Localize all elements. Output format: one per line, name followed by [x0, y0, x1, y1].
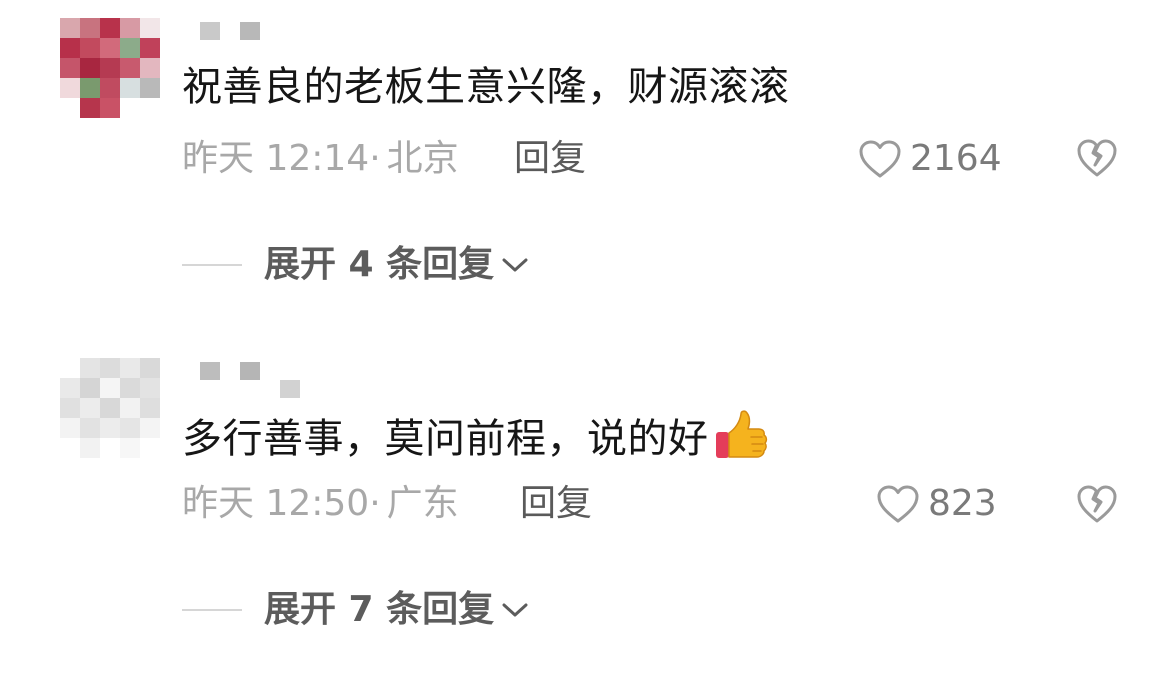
- comment-text: 多行善事，莫问前程，说的好: [182, 408, 771, 474]
- avatar[interactable]: [60, 18, 160, 118]
- expand-replies-button[interactable]: 展开 7 条回复: [182, 588, 530, 632]
- expand-replies-label: 展开 7 条回复: [264, 589, 495, 630]
- avatar[interactable]: [60, 358, 160, 458]
- expand-replies-label: 展开 4 条回复: [264, 244, 495, 285]
- reply-button[interactable]: 回复: [520, 482, 592, 526]
- reply-button[interactable]: 回复: [514, 137, 586, 181]
- comment-meta: 昨天 12:14· 北京: [182, 137, 459, 181]
- dislike-button[interactable]: [1076, 484, 1120, 528]
- heart-outline-icon: [858, 139, 902, 179]
- broken-heart-icon: [1076, 485, 1118, 528]
- separator: ·: [369, 138, 381, 179]
- thumbs-up-emoji-icon: [713, 408, 771, 474]
- comment-time: 昨天 12:14: [182, 138, 370, 179]
- chevron-down-icon: [494, 600, 530, 620]
- broken-heart-icon: [1076, 139, 1118, 182]
- dislike-button[interactable]: [1076, 138, 1120, 182]
- comment-location: 北京: [386, 138, 459, 179]
- username[interactable]: [200, 362, 320, 398]
- comment-location: 广东: [386, 483, 459, 524]
- like-button[interactable]: 823: [876, 482, 997, 526]
- separator: ·: [369, 483, 381, 524]
- expand-replies-button[interactable]: 展开 4 条回复: [182, 243, 530, 287]
- chevron-down-icon: [494, 255, 530, 275]
- comment-text: 祝善良的老板生意兴隆，财源滚滚: [182, 64, 790, 110]
- heart-outline-icon: [876, 484, 920, 524]
- divider-line: [182, 264, 242, 266]
- like-count: 823: [928, 483, 997, 524]
- like-count: 2164: [910, 138, 1002, 179]
- username[interactable]: [200, 22, 320, 44]
- comment-time: 昨天 12:50: [182, 483, 370, 524]
- like-button[interactable]: 2164: [858, 137, 1002, 181]
- comment-meta: 昨天 12:50· 广东: [182, 482, 459, 526]
- divider-line: [182, 609, 242, 611]
